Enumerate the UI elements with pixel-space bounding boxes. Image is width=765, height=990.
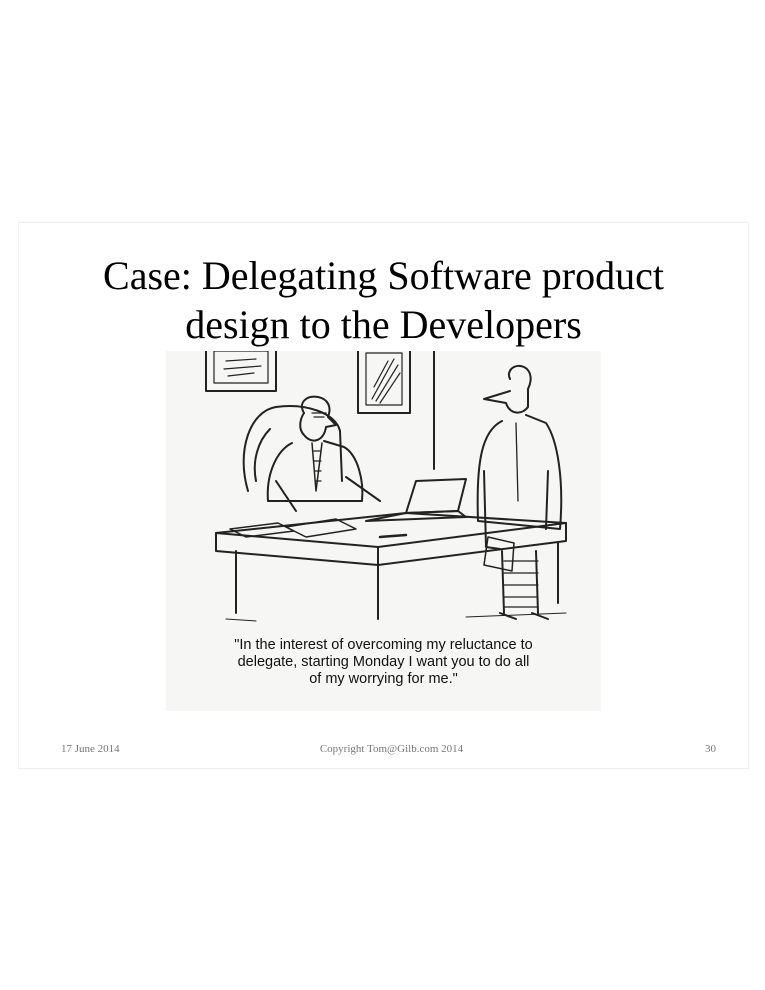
desk — [215, 512, 567, 548]
wall-picture-left — [205, 351, 277, 392]
visitor — [508, 365, 532, 390]
page-number: 30 — [705, 743, 716, 755]
office-cartoon: "In the interest of overcoming my reluct… — [166, 351, 601, 711]
caption-line-1: "In the interest of overcoming my reluct… — [234, 637, 533, 653]
slide-title: Case: Delegating Software product design… — [19, 251, 748, 349]
caption-line-2: delegate, starting Monday I want you to … — [237, 654, 530, 670]
slide-title-line-1: Case: Delegating Software product — [103, 253, 664, 298]
laptop — [405, 478, 467, 514]
caption-line-3: of my worrying for me." — [309, 671, 458, 687]
cartoon-caption: "In the interest of overcoming my reluct… — [166, 637, 601, 688]
slide: Case: Delegating Software product design… — [18, 222, 749, 769]
slide-title-line-2: design to the Developers — [185, 302, 582, 347]
footer-copyright: Copyright Tom@Gilb.com 2014 — [319, 743, 464, 755]
